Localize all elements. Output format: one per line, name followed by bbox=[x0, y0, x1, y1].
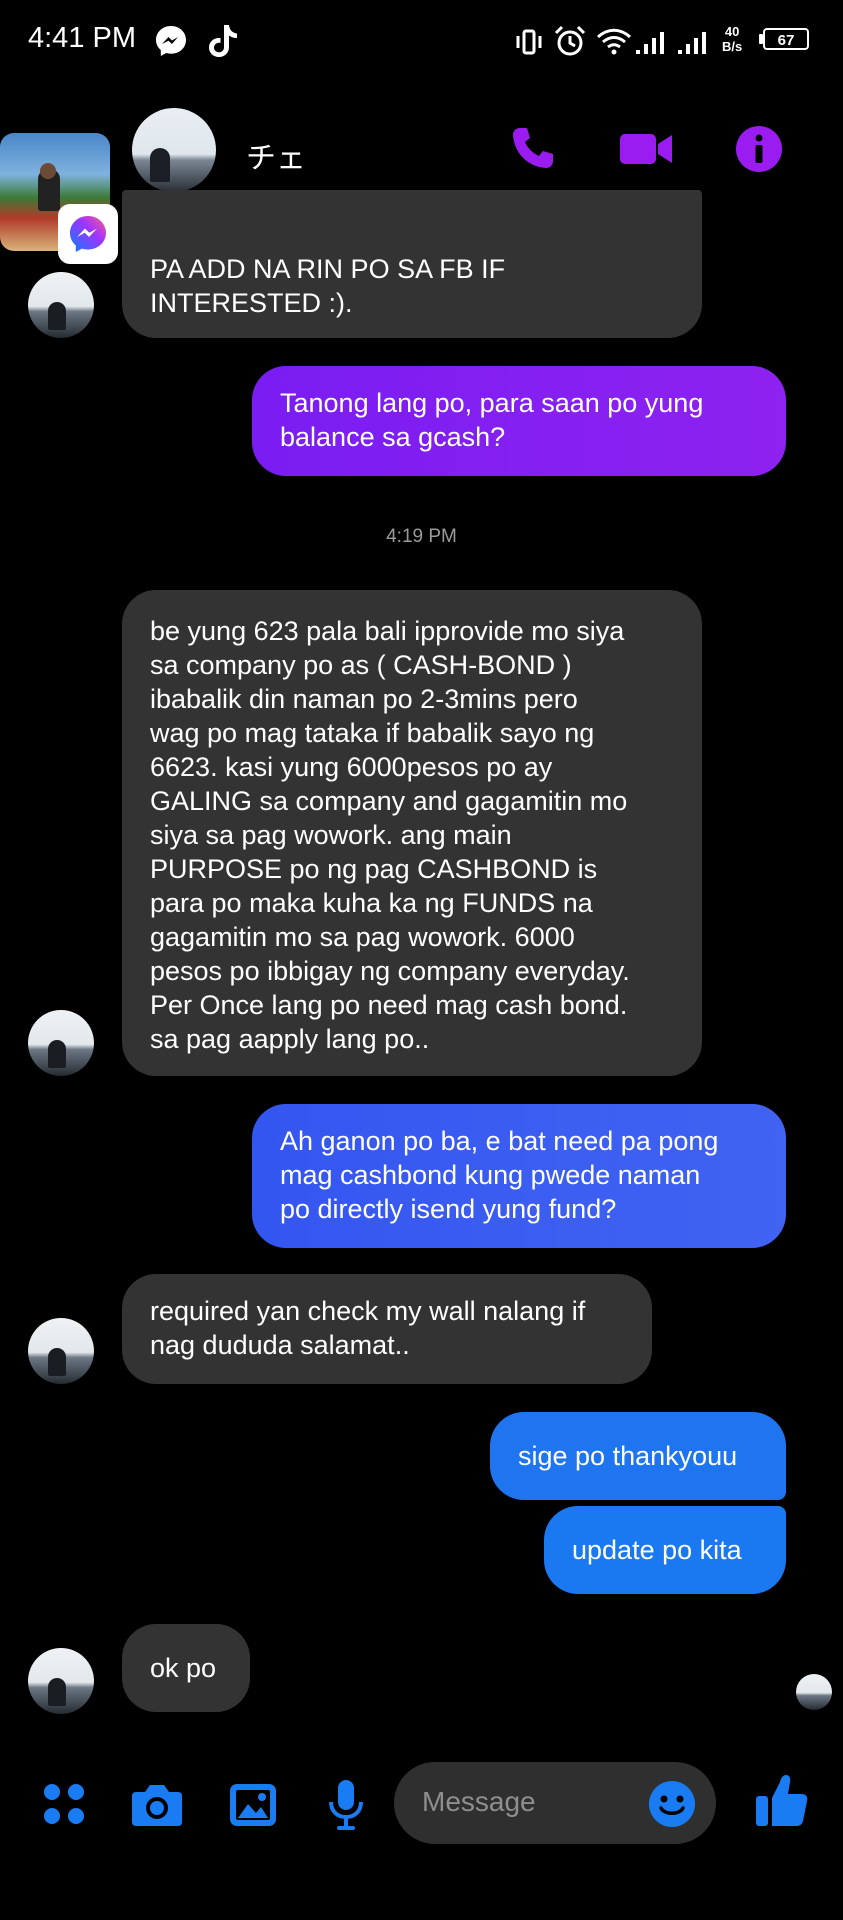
message-bubble-incoming[interactable]: ok po bbox=[122, 1624, 250, 1712]
message-line: Per Once lang po need mag cash bond. bbox=[150, 990, 628, 1020]
read-receipt-avatar bbox=[796, 1674, 832, 1710]
message-line: ibabalik din naman po 2-3mins pero bbox=[150, 684, 578, 714]
message-bubble-outgoing[interactable]: Ah ganon po ba, e bat need pa pong mag c… bbox=[252, 1104, 786, 1248]
message-line: required yan check my wall nalang if bbox=[150, 1296, 586, 1326]
status-time: 4:41 PM bbox=[28, 22, 136, 54]
message-line: Tanong lang po, para saan po yung bbox=[280, 388, 704, 418]
emoji-icon[interactable] bbox=[648, 1780, 696, 1828]
wifi-icon bbox=[596, 28, 632, 55]
contact-name[interactable]: チェ bbox=[246, 133, 306, 177]
message-line: Ah ganon po ba, e bat need pa pong bbox=[280, 1126, 719, 1156]
sender-avatar[interactable] bbox=[28, 1318, 94, 1384]
contact-avatar[interactable] bbox=[132, 108, 216, 192]
message-line: nag dududa salamat.. bbox=[150, 1330, 410, 1360]
message-line: PURPOSE po ng pag CASHBOND is bbox=[150, 854, 598, 884]
microphone-icon[interactable] bbox=[326, 1778, 366, 1832]
message-bubble-incoming[interactable]: required yan check my wall nalang if nag… bbox=[122, 1274, 652, 1384]
message-bubble-incoming[interactable]: PA ADD NA RIN PO SA FB IF INTERESTED :). bbox=[122, 190, 702, 338]
message-line: PA ADD NA RIN PO SA FB IF bbox=[150, 254, 506, 284]
vibrate-icon bbox=[516, 29, 542, 55]
menu-dots-icon[interactable] bbox=[42, 1782, 88, 1828]
message-line: wag po mag tataka if babalik sayo ng bbox=[150, 718, 595, 748]
message-bubble-outgoing[interactable]: Tanong lang po, para saan po yung balanc… bbox=[252, 366, 786, 476]
signal-icon bbox=[678, 32, 706, 54]
message-bubble-outgoing[interactable]: sige po thankyouu bbox=[490, 1412, 786, 1500]
timestamp: 4:19 PM bbox=[386, 526, 457, 547]
message-line: ok po bbox=[150, 1653, 217, 1683]
message-line: gagamitin mo sa pag wowork. 6000 bbox=[150, 922, 575, 952]
messenger-badge bbox=[58, 204, 118, 264]
signal-icon bbox=[636, 32, 664, 54]
camera-icon[interactable] bbox=[130, 1780, 184, 1830]
message-line: update po kita bbox=[572, 1535, 742, 1565]
message-line: pesos po ibbigay ng company everyday. bbox=[150, 956, 630, 986]
message-line: INTERESTED :). bbox=[150, 288, 353, 318]
sender-avatar[interactable] bbox=[28, 1648, 94, 1714]
sender-avatar[interactable] bbox=[28, 272, 94, 338]
messenger-icon bbox=[156, 26, 186, 56]
video-icon[interactable] bbox=[618, 124, 676, 174]
thumbs-up-icon[interactable] bbox=[754, 1772, 810, 1830]
message-line: sa pag aapply lang po.. bbox=[150, 1024, 430, 1054]
info-icon[interactable] bbox=[734, 124, 784, 174]
sender-avatar[interactable] bbox=[28, 1010, 94, 1076]
message-line: 6623. kasi yung 6000pesos po ay bbox=[150, 752, 553, 782]
message-line: sige po thankyouu bbox=[518, 1441, 738, 1471]
message-line: siya sa pag wowork. ang main bbox=[150, 820, 512, 850]
tiktok-icon bbox=[209, 25, 237, 57]
message-line: para po maka kuha ka ng FUNDS na bbox=[150, 888, 593, 918]
message-input-placeholder: Message bbox=[422, 1786, 536, 1817]
message-line: GALING sa company and gagamitin mo bbox=[150, 786, 628, 816]
message-line: be yung 623 pala bali ipprovide mo siya bbox=[150, 616, 625, 646]
battery-indicator: 67 bbox=[763, 28, 809, 50]
phone-icon[interactable] bbox=[508, 124, 558, 174]
message-bubble-incoming[interactable]: be yung 623 pala bali ipprovide mo siya … bbox=[122, 590, 702, 1076]
alarm-icon bbox=[554, 25, 586, 56]
message-line: mag cashbond kung pwede naman bbox=[280, 1160, 701, 1190]
gallery-icon[interactable] bbox=[228, 1780, 278, 1830]
message-line: balance sa gcash? bbox=[280, 422, 506, 452]
message-line: po directly isend yung fund? bbox=[280, 1194, 617, 1224]
message-line: sa company po as ( CASH-BOND ) bbox=[150, 650, 572, 680]
message-bubble-outgoing[interactable]: update po kita bbox=[544, 1506, 786, 1594]
net-speed: 40 B/s bbox=[722, 24, 743, 54]
messenger-icon bbox=[70, 216, 106, 252]
